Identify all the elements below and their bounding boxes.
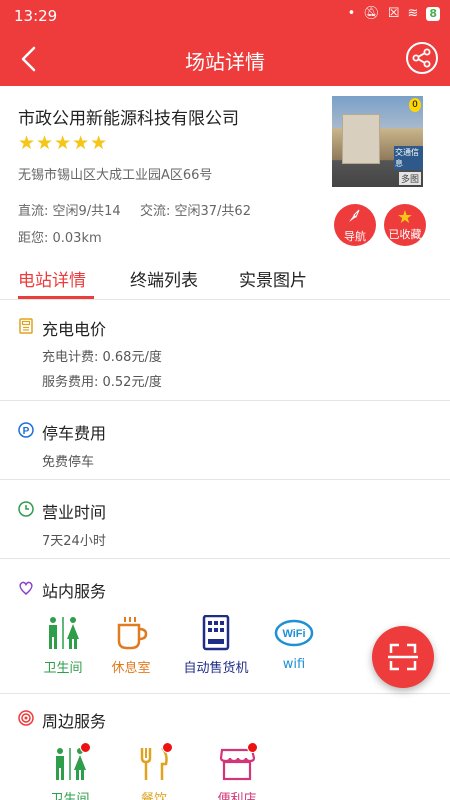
price-section: 充电电价 充电计费: 0.68元/度 服务费用: 0.52元/度 bbox=[0, 300, 450, 401]
nearby-dining[interactable]: 餐饮 bbox=[106, 742, 202, 800]
star-icon: ★ bbox=[396, 207, 414, 228]
tab-station-details[interactable]: 电站详情 bbox=[18, 266, 86, 291]
svg-text:P: P bbox=[23, 426, 30, 437]
hours-title: 营业时间 bbox=[42, 503, 107, 522]
nearby-label: 卫生间 bbox=[50, 792, 90, 800]
ac-availability: 交流: 空闲37/共62 bbox=[140, 204, 251, 219]
navigate-label: 导航 bbox=[344, 230, 366, 243]
services-title: 站内服务 bbox=[42, 582, 107, 601]
wifi-icon: WiFi bbox=[274, 619, 314, 647]
station-name: 市政公用新能源科技有限公司 bbox=[18, 109, 239, 129]
service-fee: 服务费用: 0.52元/度 bbox=[42, 375, 162, 390]
nearby-restroom[interactable]: 卫生间 bbox=[22, 742, 118, 800]
vending-machine-icon bbox=[202, 615, 230, 651]
service-label: 休息室 bbox=[111, 661, 151, 676]
compass-icon bbox=[334, 207, 376, 231]
notification-dot bbox=[80, 742, 91, 753]
parking-value: 免费停车 bbox=[42, 455, 95, 470]
page-title: 场站详情 bbox=[185, 50, 265, 74]
heart-icon bbox=[19, 581, 33, 595]
clock-icon bbox=[18, 501, 34, 517]
target-icon bbox=[18, 710, 34, 726]
dc-availability: 直流: 空闲9/共14 bbox=[18, 204, 121, 219]
service-lounge: 休息室 bbox=[83, 615, 179, 676]
tab-bar: 电站详情 终端列表 实景图片 bbox=[0, 256, 450, 300]
notification-dot bbox=[247, 742, 258, 753]
more-photos-label: 多图 bbox=[398, 172, 421, 185]
wifi-signal-icon: ≋ bbox=[407, 6, 419, 21]
mute-icon: 🔕︎ bbox=[363, 6, 380, 21]
nearby-label: 便利店 bbox=[217, 792, 257, 800]
rating-stars: ★★★★★ bbox=[18, 132, 109, 154]
hours-value: 7天24小时 bbox=[42, 534, 106, 549]
parking-icon: P bbox=[18, 422, 34, 438]
notification-dot-icon: • bbox=[347, 6, 356, 21]
share-button[interactable] bbox=[406, 42, 438, 74]
station-info: 市政公用新能源科技有限公司 ★★★★★ 无锡市锡山区大成工业园A区66号 直流:… bbox=[0, 86, 450, 256]
nearby-label: 餐饮 bbox=[140, 792, 167, 800]
nearby-section: 周边服务 卫生间 餐饮 便利店 bbox=[0, 694, 450, 800]
photo-building bbox=[342, 114, 380, 164]
price-icon bbox=[19, 318, 33, 334]
nav-bar: 场站详情 bbox=[0, 32, 450, 86]
battery-icon: 8 bbox=[426, 6, 440, 21]
favorite-button[interactable]: ★ 已收藏 bbox=[384, 204, 426, 246]
price-title: 充电电价 bbox=[42, 320, 107, 339]
notification-dot bbox=[162, 742, 173, 753]
photo-badge: 0 bbox=[409, 98, 421, 112]
tab-photos[interactable]: 实景图片 bbox=[239, 266, 307, 291]
status-bar: 13:29 • 🔕︎ ☒ ≋ 8 bbox=[0, 0, 450, 32]
scan-button[interactable] bbox=[372, 626, 434, 688]
scan-icon bbox=[388, 643, 418, 671]
charge-fee: 充电计费: 0.68元/度 bbox=[42, 350, 162, 365]
restroom-icon bbox=[49, 617, 79, 649]
status-time: 13:29 bbox=[14, 7, 58, 25]
favorite-label: 已收藏 bbox=[388, 228, 422, 241]
station-photo[interactable]: 交通信息 0 多图 bbox=[332, 96, 423, 187]
service-wifi: WiFi wifi bbox=[246, 615, 342, 672]
parking-title: 停车费用 bbox=[42, 424, 107, 443]
hours-section: 营业时间 7天24小时 bbox=[0, 480, 450, 559]
status-icons: • 🔕︎ ☒ ≋ 8 bbox=[348, 6, 440, 21]
tab-active-indicator bbox=[18, 296, 94, 299]
svg-text:WiFi: WiFi bbox=[282, 628, 305, 640]
photo-sign: 交通信息 bbox=[394, 146, 423, 170]
station-distance: 距您: 0.03km bbox=[18, 231, 102, 246]
tab-terminal-list[interactable]: 终端列表 bbox=[130, 266, 198, 291]
share-icon bbox=[412, 48, 431, 68]
nearby-title: 周边服务 bbox=[42, 712, 107, 731]
station-address: 无锡市锡山区大成工业园A区66号 bbox=[18, 168, 213, 183]
navigate-button[interactable]: 导航 bbox=[334, 204, 376, 246]
coffee-icon bbox=[117, 617, 148, 650]
sim-icon: ☒ bbox=[387, 6, 400, 21]
parking-section: P 停车费用 免费停车 bbox=[0, 401, 450, 480]
service-label: wifi bbox=[282, 657, 306, 672]
nearby-convenience-store[interactable]: 便利店 bbox=[189, 742, 285, 800]
